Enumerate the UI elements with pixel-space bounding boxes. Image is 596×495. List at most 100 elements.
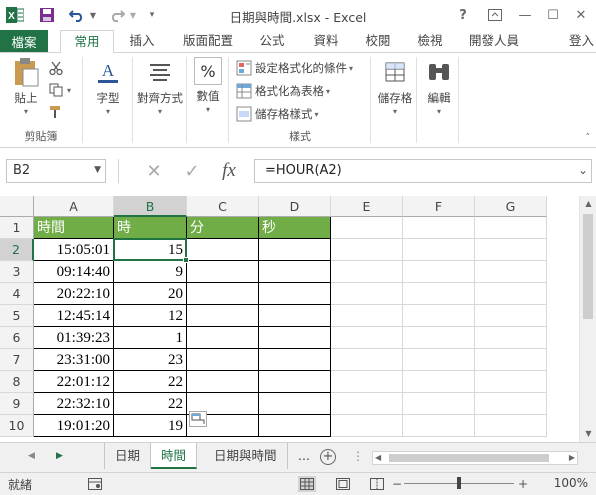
cancel-icon[interactable]: ✕: [142, 161, 166, 182]
alignment-button[interactable]: 對齊方式 ▾: [136, 57, 184, 116]
column-header[interactable]: B: [114, 196, 187, 217]
empty-cell[interactable]: [403, 261, 475, 283]
empty-cell[interactable]: [475, 261, 547, 283]
tab-developer[interactable]: 開發人員: [462, 30, 526, 52]
empty-cell[interactable]: [187, 349, 259, 371]
empty-cell[interactable]: [403, 239, 475, 261]
normal-view-icon[interactable]: [298, 476, 316, 492]
tab-view[interactable]: 檢視: [408, 30, 452, 52]
empty-cell[interactable]: [475, 327, 547, 349]
empty-cell[interactable]: [259, 371, 331, 393]
tab-file[interactable]: 檔案: [0, 30, 48, 52]
tab-page-layout[interactable]: 版面配置: [176, 30, 240, 52]
empty-cell[interactable]: [331, 239, 403, 261]
split-handle-icon[interactable]: ⋮: [352, 449, 364, 463]
empty-cell[interactable]: [331, 327, 403, 349]
row-header[interactable]: 5: [0, 305, 34, 327]
table-cell[interactable]: 19: [114, 415, 187, 437]
table-cell[interactable]: 23: [114, 349, 187, 371]
table-cell[interactable]: 12: [114, 305, 187, 327]
name-box-dropdown-icon[interactable]: ▼: [94, 165, 101, 175]
close-button[interactable]: ✕: [570, 4, 592, 26]
empty-cell[interactable]: [403, 371, 475, 393]
collapse-ribbon-icon[interactable]: ˄: [586, 133, 591, 143]
empty-cell[interactable]: [259, 239, 331, 261]
column-header[interactable]: G: [475, 196, 547, 217]
next-sheet-icon[interactable]: ▶: [56, 451, 63, 461]
font-button[interactable]: A 字型 ▾: [90, 57, 126, 116]
cut-button[interactable]: [48, 59, 67, 77]
tab-review[interactable]: 校閱: [356, 30, 400, 52]
table-cell[interactable]: 23:31:00: [34, 349, 114, 371]
vertical-scrollbar[interactable]: ▲ ▼: [579, 196, 596, 442]
ribbon-display-icon[interactable]: [484, 4, 506, 26]
scroll-right-icon[interactable]: ▶: [569, 452, 575, 464]
table-cell[interactable]: 1: [114, 327, 187, 349]
column-header[interactable]: F: [403, 196, 475, 217]
cell-styles-button[interactable]: 儲存格樣式 ▾: [236, 105, 319, 123]
empty-cell[interactable]: [331, 371, 403, 393]
empty-cell[interactable]: [403, 217, 475, 239]
empty-cell[interactable]: [187, 261, 259, 283]
empty-cell[interactable]: [259, 327, 331, 349]
zoom-out-button[interactable]: −: [392, 476, 402, 492]
number-format-button[interactable]: % 數值 ▾: [190, 57, 226, 114]
name-box[interactable]: B2 ▼: [6, 159, 106, 183]
tab-insert[interactable]: 插入: [118, 30, 166, 52]
sheet-tab-date-time[interactable]: 日期與時間: [204, 443, 288, 469]
signin-link[interactable]: 登入: [569, 30, 594, 52]
horizontal-scroll-thumb[interactable]: [389, 454, 549, 462]
empty-cell[interactable]: [475, 371, 547, 393]
empty-cell[interactable]: [187, 305, 259, 327]
row-header[interactable]: 3: [0, 261, 34, 283]
table-cell[interactable]: 22: [114, 371, 187, 393]
empty-cell[interactable]: [187, 239, 259, 261]
table-header-cell[interactable]: 秒: [259, 217, 331, 239]
empty-cell[interactable]: [331, 305, 403, 327]
select-all-corner[interactable]: [0, 196, 34, 217]
empty-cell[interactable]: [331, 217, 403, 239]
format-as-table-button[interactable]: 格式化為表格 ▾: [236, 82, 330, 100]
empty-cell[interactable]: [331, 415, 403, 437]
scroll-left-icon[interactable]: ◀: [375, 452, 381, 464]
row-header[interactable]: 6: [0, 327, 34, 349]
empty-cell[interactable]: [475, 349, 547, 371]
zoom-slider-knob[interactable]: [457, 477, 461, 489]
empty-cell[interactable]: [475, 415, 547, 437]
column-header[interactable]: D: [259, 196, 331, 217]
scroll-up-icon[interactable]: ▲: [580, 196, 596, 212]
column-header[interactable]: E: [331, 196, 403, 217]
expand-formula-icon[interactable]: ⌄: [578, 163, 588, 177]
sheet-tab-date[interactable]: 日期: [104, 443, 152, 469]
empty-cell[interactable]: [475, 283, 547, 305]
table-cell[interactable]: 09:14:40: [34, 261, 114, 283]
empty-cell[interactable]: [403, 393, 475, 415]
table-header-cell[interactable]: 分: [187, 217, 259, 239]
row-header[interactable]: 8: [0, 371, 34, 393]
page-layout-view-icon[interactable]: [334, 476, 352, 492]
empty-cell[interactable]: [331, 283, 403, 305]
empty-cell[interactable]: [475, 239, 547, 261]
empty-cell[interactable]: [331, 261, 403, 283]
column-header[interactable]: C: [187, 196, 259, 217]
horizontal-scrollbar[interactable]: ◀ ▶: [372, 451, 578, 465]
prev-sheet-icon[interactable]: ◀: [28, 451, 35, 461]
minimize-button[interactable]: —: [514, 4, 536, 26]
empty-cell[interactable]: [403, 415, 475, 437]
copy-button[interactable]: ▾: [48, 81, 71, 99]
empty-cell[interactable]: [331, 349, 403, 371]
scroll-down-icon[interactable]: ▼: [580, 426, 596, 442]
sheet-tab-time[interactable]: 時間: [151, 443, 198, 469]
table-cell[interactable]: 12:45:14: [34, 305, 114, 327]
zoom-in-button[interactable]: +: [518, 476, 528, 492]
zoom-level[interactable]: 100%: [554, 476, 588, 490]
table-header-cell[interactable]: 時: [114, 217, 187, 239]
help-button[interactable]: ?: [452, 4, 474, 26]
formula-input[interactable]: =HOUR(A2) ⌄: [254, 159, 592, 183]
quick-analysis-icon[interactable]: [189, 411, 207, 427]
row-header[interactable]: 9: [0, 393, 34, 415]
table-cell[interactable]: 22: [114, 393, 187, 415]
row-header[interactable]: 10: [0, 415, 34, 437]
empty-cell[interactable]: [403, 327, 475, 349]
worksheet-grid[interactable]: A B C D E F G 1 2 3 4 5 6 7 8 9 10 時間時分秒 15:05:01 15 09:14:4…: [0, 196, 596, 442]
